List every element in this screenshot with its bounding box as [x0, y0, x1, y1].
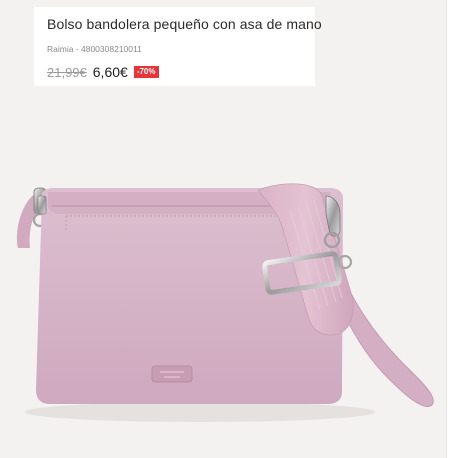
product-info-box[interactable]: Bolso bandolera pequeño con asa de mano … [34, 7, 322, 86]
product-card[interactable]: Bolso bandolera pequeño con asa de mano … [0, 0, 446, 458]
bag-shadow [25, 402, 375, 422]
brand-logo-plate [151, 365, 193, 383]
product-brand-ref: Raimia - 4800308210011 [47, 44, 142, 54]
current-price: 6,60€ [92, 64, 128, 80]
price-row: 21,99€ 6,60€ -70% [47, 64, 159, 80]
adjacent-card-edge [446, 0, 475, 458]
zipper-pull [37, 195, 47, 215]
wrist-strap [337, 269, 434, 408]
discount-badge: -70% [133, 66, 159, 78]
old-price: 21,99€ [47, 64, 87, 80]
product-listing-page: Bolso bandolera pequeño con asa de mano … [0, 0, 475, 458]
product-title[interactable]: Bolso bandolera pequeño con asa de mano [47, 16, 322, 32]
